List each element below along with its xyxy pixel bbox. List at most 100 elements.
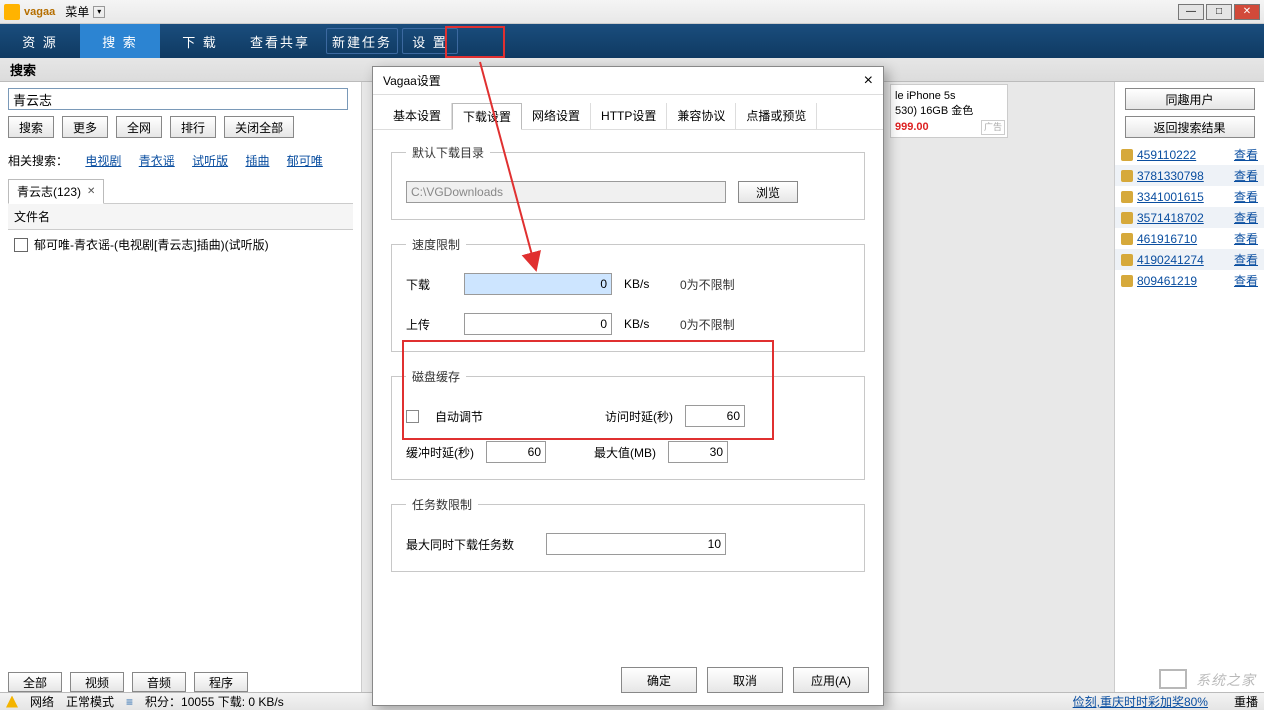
auto-adjust-checkbox[interactable]	[406, 410, 419, 423]
file-tab-label: 青云志(123)	[17, 183, 81, 200]
view-user-link[interactable]: 查看	[1234, 272, 1258, 289]
max-mb-input[interactable]	[668, 441, 728, 463]
back-to-results-button[interactable]: 返回搜索结果	[1125, 116, 1255, 138]
same-interest-users-button[interactable]: 同趣用户	[1125, 88, 1255, 110]
watermark-icon	[1159, 669, 1187, 689]
status-reset[interactable]: 重播	[1234, 693, 1258, 710]
access-delay-input[interactable]	[685, 405, 745, 427]
apply-button[interactable]: 应用(A)	[793, 667, 869, 693]
menu-chevron-down-icon[interactable]: ▾	[93, 6, 105, 18]
toolbar-download[interactable]: 下 载	[160, 24, 240, 58]
upload-speed-input[interactable]	[464, 313, 612, 335]
user-row: 3341001615 查看	[1115, 186, 1264, 207]
left-panel: 搜索 更多 全网 排行 关闭全部 相关搜索： 电视剧 青衣谣 试听版 插曲 郁可…	[0, 82, 362, 692]
related-link[interactable]: 插曲	[245, 154, 269, 168]
filter-buttons: 全部 视频 音频 程序	[8, 672, 248, 692]
toolbar-resources[interactable]: 资 源	[0, 24, 80, 58]
tab-http[interactable]: HTTP设置	[591, 103, 667, 129]
toolbar-search[interactable]: 搜 索	[80, 24, 160, 58]
close-button[interactable]: ✕	[1234, 4, 1260, 20]
menu-label[interactable]: 菜单	[65, 3, 89, 20]
max-tasks-input[interactable]	[546, 533, 726, 555]
status-mode[interactable]: 正常模式	[66, 693, 114, 710]
browse-button[interactable]: 浏览	[738, 181, 798, 203]
buffer-delay-input[interactable]	[486, 441, 546, 463]
ok-button[interactable]: 确定	[621, 667, 697, 693]
file-row[interactable]: 郁可唯-青衣谣-(电视剧[青云志]插曲)(试听版)	[8, 230, 353, 259]
search-button[interactable]: 搜索	[8, 116, 54, 138]
related-link[interactable]: 电视剧	[85, 154, 121, 168]
filter-video[interactable]: 视频	[70, 672, 124, 692]
user-id-link[interactable]: 3781330798	[1137, 169, 1230, 183]
related-link[interactable]: 试听版	[192, 154, 228, 168]
dialog-close-icon[interactable]: ×	[864, 72, 873, 90]
ad-box[interactable]: le iPhone 5s 530) 16GB 金色 999.00 广告	[890, 84, 1008, 138]
view-user-link[interactable]: 查看	[1234, 251, 1258, 268]
file-tab[interactable]: 青云志(123) ✕	[8, 179, 104, 204]
file-icon	[14, 238, 28, 252]
filter-audio[interactable]: 音频	[132, 672, 186, 692]
toolbar-viewshare[interactable]: 查看共享	[240, 24, 320, 58]
auto-adjust-label: 自动调节	[435, 408, 483, 425]
ad-corner-label: 广告	[981, 120, 1005, 135]
download-speed-input[interactable]	[464, 273, 612, 295]
access-delay-label: 访问时延(秒)	[605, 408, 673, 425]
watermark: 系统之家	[1159, 669, 1256, 690]
view-user-link[interactable]: 查看	[1234, 146, 1258, 163]
view-user-link[interactable]: 查看	[1234, 167, 1258, 184]
filter-program[interactable]: 程序	[194, 672, 248, 692]
close-tab-icon[interactable]: ✕	[87, 186, 95, 197]
user-id-link[interactable]: 459110222	[1137, 148, 1230, 162]
user-id-link[interactable]: 3571418702	[1137, 211, 1230, 225]
speed-limit-group: 速度限制 下载 KB/s 0为不限制 上传 KB/s 0为不限制	[391, 236, 865, 352]
view-user-link[interactable]: 查看	[1234, 209, 1258, 226]
settings-dialog: Vagaa设置 × 基本设置 下载设置 网络设置 HTTP设置 兼容协议 点播或…	[372, 66, 884, 706]
status-ticker[interactable]: 俭刻,重庆时时彩加奖80%	[1073, 693, 1208, 710]
user-id-link[interactable]: 461916710	[1137, 232, 1230, 246]
tab-basic[interactable]: 基本设置	[383, 103, 452, 129]
tab-preview[interactable]: 点播或预览	[736, 103, 817, 129]
user-icon	[1121, 275, 1133, 287]
task-limit-group: 任务数限制 最大同时下载任务数	[391, 496, 865, 572]
more-button[interactable]: 更多	[62, 116, 108, 138]
search-input[interactable]	[8, 88, 348, 110]
filter-all[interactable]: 全部	[8, 672, 62, 692]
column-header-filename[interactable]: 文件名	[8, 203, 353, 230]
right-panel: 同趣用户 返回搜索结果 459110222查看3781330798查看33410…	[1114, 82, 1264, 692]
user-id-link[interactable]: 809461219	[1137, 274, 1230, 288]
minimize-button[interactable]: —	[1178, 4, 1204, 20]
user-row: 461916710 查看	[1115, 228, 1264, 249]
related-label: 相关搜索：	[8, 154, 68, 168]
tab-compat[interactable]: 兼容协议	[667, 103, 736, 129]
related-link[interactable]: 郁可唯	[287, 154, 323, 168]
user-id-link[interactable]: 3341001615	[1137, 190, 1230, 204]
tab-download[interactable]: 下载设置	[452, 103, 522, 130]
dialog-body: 默认下载目录 浏览 速度限制 下载 KB/s 0为不限制 上传 KB/s 0为不…	[373, 130, 883, 602]
unit-label: KB/s	[624, 317, 668, 331]
max-mb-label: 最大值(MB)	[594, 444, 656, 461]
status-net: 网络	[30, 693, 54, 710]
related-link[interactable]: 青衣谣	[139, 154, 175, 168]
task-limit-legend: 任务数限制	[406, 496, 478, 513]
closeall-button[interactable]: 关闭全部	[224, 116, 294, 138]
app-brand: vagaa	[24, 6, 55, 18]
user-icon	[1121, 254, 1133, 266]
user-icon	[1121, 233, 1133, 245]
search-buttons-row: 搜索 更多 全网 排行 关闭全部	[8, 116, 353, 138]
window-controls: — □ ✕	[1176, 4, 1260, 20]
user-id-link[interactable]: 4190241274	[1137, 253, 1230, 267]
download-dir-input[interactable]	[406, 181, 726, 203]
view-user-link[interactable]: 查看	[1234, 230, 1258, 247]
toolbar-new-task[interactable]: 新建任务	[326, 28, 398, 54]
speed-limit-legend: 速度限制	[406, 236, 466, 253]
user-row: 3571418702 查看	[1115, 207, 1264, 228]
toolbar-settings[interactable]: 设 置	[402, 28, 458, 54]
watermark-text: 系统之家	[1196, 672, 1256, 688]
cancel-button[interactable]: 取消	[707, 667, 783, 693]
maximize-button[interactable]: □	[1206, 4, 1232, 20]
view-user-link[interactable]: 查看	[1234, 188, 1258, 205]
allnet-button[interactable]: 全网	[116, 116, 162, 138]
ad-line1: le iPhone 5s	[895, 89, 1003, 104]
tab-network[interactable]: 网络设置	[522, 103, 591, 129]
rank-button[interactable]: 排行	[170, 116, 216, 138]
